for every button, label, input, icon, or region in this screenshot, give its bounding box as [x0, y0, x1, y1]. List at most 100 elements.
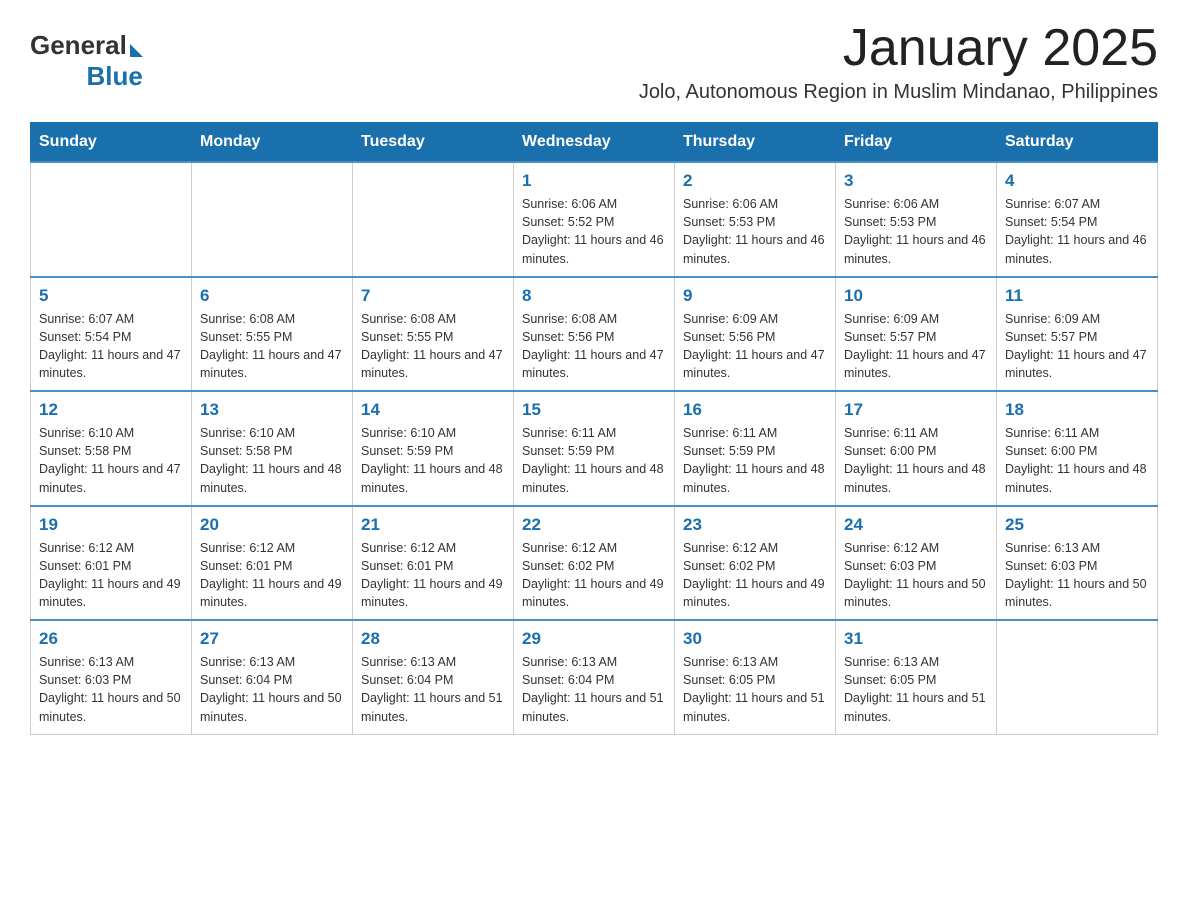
calendar-cell: 14 Sunrise: 6:10 AM Sunset: 5:59 PM Dayli…	[353, 391, 514, 506]
weekday-header: Sunday	[31, 123, 192, 163]
day-info: Sunrise: 6:08 AM Sunset: 5:55 PM Dayligh…	[361, 310, 505, 383]
day-number: 21	[361, 515, 505, 535]
day-number: 15	[522, 400, 666, 420]
day-info: Sunrise: 6:08 AM Sunset: 5:56 PM Dayligh…	[522, 310, 666, 383]
day-info: Sunrise: 6:10 AM Sunset: 5:59 PM Dayligh…	[361, 424, 505, 497]
calendar-cell: 1 Sunrise: 6:06 AM Sunset: 5:52 PM Daylig…	[514, 162, 675, 277]
title-area: January 2025 Jolo, Autonomous Region in …	[639, 20, 1158, 114]
weekday-header: Thursday	[675, 123, 836, 163]
logo-text-blue: Blue	[86, 61, 142, 92]
calendar-cell: 9 Sunrise: 6:09 AM Sunset: 5:56 PM Daylig…	[675, 277, 836, 392]
day-number: 22	[522, 515, 666, 535]
calendar-cell: 19 Sunrise: 6:12 AM Sunset: 6:01 PM Dayli…	[31, 506, 192, 621]
day-info: Sunrise: 6:13 AM Sunset: 6:05 PM Dayligh…	[844, 653, 988, 726]
day-info: Sunrise: 6:11 AM Sunset: 6:00 PM Dayligh…	[844, 424, 988, 497]
logo: General Blue	[30, 30, 145, 92]
day-info: Sunrise: 6:09 AM Sunset: 5:56 PM Dayligh…	[683, 310, 827, 383]
day-info: Sunrise: 6:09 AM Sunset: 5:57 PM Dayligh…	[1005, 310, 1149, 383]
calendar-header: SundayMondayTuesdayWednesdayThursdayFrid…	[31, 123, 1158, 163]
calendar-cell: 17 Sunrise: 6:11 AM Sunset: 6:00 PM Dayli…	[836, 391, 997, 506]
calendar-cell: 25 Sunrise: 6:13 AM Sunset: 6:03 PM Dayli…	[997, 506, 1158, 621]
day-number: 1	[522, 171, 666, 191]
main-title: January 2025	[639, 20, 1158, 77]
day-info: Sunrise: 6:13 AM Sunset: 6:03 PM Dayligh…	[1005, 539, 1149, 612]
day-number: 26	[39, 629, 183, 649]
calendar-week-row: 12Sunrise: 6:10 AM Sunset: 5:58 PM Dayli…	[31, 391, 1158, 506]
calendar-cell: 31 Sunrise: 6:13 AM Sunset: 6:05 PM Dayli…	[836, 620, 997, 734]
day-info: Sunrise: 6:12 AM Sunset: 6:01 PM Dayligh…	[200, 539, 344, 612]
day-number: 28	[361, 629, 505, 649]
logo-text-general: General	[30, 30, 127, 61]
calendar-table: SundayMondayTuesdayWednesdayThursdayFrid…	[30, 122, 1158, 735]
day-info: Sunrise: 6:10 AM Sunset: 5:58 PM Dayligh…	[39, 424, 183, 497]
calendar-cell: 29 Sunrise: 6:13 AM Sunset: 6:04 PM Dayli…	[514, 620, 675, 734]
calendar-cell	[31, 162, 192, 277]
day-number: 18	[1005, 400, 1149, 420]
weekday-header: Wednesday	[514, 123, 675, 163]
day-number: 11	[1005, 286, 1149, 306]
day-info: Sunrise: 6:12 AM Sunset: 6:02 PM Dayligh…	[522, 539, 666, 612]
day-number: 23	[683, 515, 827, 535]
day-number: 7	[361, 286, 505, 306]
day-number: 3	[844, 171, 988, 191]
day-info: Sunrise: 6:10 AM Sunset: 5:58 PM Dayligh…	[200, 424, 344, 497]
day-info: Sunrise: 6:07 AM Sunset: 5:54 PM Dayligh…	[39, 310, 183, 383]
day-info: Sunrise: 6:07 AM Sunset: 5:54 PM Dayligh…	[1005, 195, 1149, 268]
calendar-week-row: 5 Sunrise: 6:07 AM Sunset: 5:54 PM Daylig…	[31, 277, 1158, 392]
day-number: 24	[844, 515, 988, 535]
calendar-cell: 24Sunrise: 6:12 AM Sunset: 6:03 PM Dayli…	[836, 506, 997, 621]
day-number: 31	[844, 629, 988, 649]
calendar-cell: 22 Sunrise: 6:12 AM Sunset: 6:02 PM Dayli…	[514, 506, 675, 621]
day-info: Sunrise: 6:11 AM Sunset: 6:00 PM Dayligh…	[1005, 424, 1149, 497]
day-info: Sunrise: 6:12 AM Sunset: 6:01 PM Dayligh…	[361, 539, 505, 612]
day-info: Sunrise: 6:12 AM Sunset: 6:01 PM Dayligh…	[39, 539, 183, 612]
day-info: Sunrise: 6:11 AM Sunset: 5:59 PM Dayligh…	[683, 424, 827, 497]
day-info: Sunrise: 6:13 AM Sunset: 6:04 PM Dayligh…	[200, 653, 344, 726]
calendar-cell: 16 Sunrise: 6:11 AM Sunset: 5:59 PM Dayli…	[675, 391, 836, 506]
day-info: Sunrise: 6:08 AM Sunset: 5:55 PM Dayligh…	[200, 310, 344, 383]
calendar-cell: 30Sunrise: 6:13 AM Sunset: 6:05 PM Dayli…	[675, 620, 836, 734]
day-number: 5	[39, 286, 183, 306]
calendar-cell: 27Sunrise: 6:13 AM Sunset: 6:04 PM Dayli…	[192, 620, 353, 734]
day-number: 10	[844, 286, 988, 306]
calendar-cell: 10Sunrise: 6:09 AM Sunset: 5:57 PM Dayli…	[836, 277, 997, 392]
calendar-cell: 2Sunrise: 6:06 AM Sunset: 5:53 PM Daylig…	[675, 162, 836, 277]
calendar-cell: 6 Sunrise: 6:08 AM Sunset: 5:55 PM Daylig…	[192, 277, 353, 392]
calendar-cell: 15 Sunrise: 6:11 AM Sunset: 5:59 PM Dayli…	[514, 391, 675, 506]
calendar-cell: 5 Sunrise: 6:07 AM Sunset: 5:54 PM Daylig…	[31, 277, 192, 392]
calendar-cell: 8Sunrise: 6:08 AM Sunset: 5:56 PM Daylig…	[514, 277, 675, 392]
calendar-cell	[997, 620, 1158, 734]
day-info: Sunrise: 6:13 AM Sunset: 6:04 PM Dayligh…	[522, 653, 666, 726]
day-number: 19	[39, 515, 183, 535]
weekday-header: Saturday	[997, 123, 1158, 163]
calendar-week-row: 26 Sunrise: 6:13 AM Sunset: 6:03 PM Dayli…	[31, 620, 1158, 734]
day-number: 9	[683, 286, 827, 306]
day-number: 14	[361, 400, 505, 420]
logo-icon: General Blue	[30, 30, 143, 92]
calendar-cell: 12Sunrise: 6:10 AM Sunset: 5:58 PM Dayli…	[31, 391, 192, 506]
day-number: 17	[844, 400, 988, 420]
calendar-cell: 21 Sunrise: 6:12 AM Sunset: 6:01 PM Dayli…	[353, 506, 514, 621]
day-number: 29	[522, 629, 666, 649]
calendar-week-row: 19 Sunrise: 6:12 AM Sunset: 6:01 PM Dayli…	[31, 506, 1158, 621]
calendar-week-row: 1 Sunrise: 6:06 AM Sunset: 5:52 PM Daylig…	[31, 162, 1158, 277]
day-info: Sunrise: 6:13 AM Sunset: 6:03 PM Dayligh…	[39, 653, 183, 726]
calendar-cell: 18 Sunrise: 6:11 AM Sunset: 6:00 PM Dayli…	[997, 391, 1158, 506]
day-info: Sunrise: 6:11 AM Sunset: 5:59 PM Dayligh…	[522, 424, 666, 497]
day-number: 25	[1005, 515, 1149, 535]
calendar-cell: 13Sunrise: 6:10 AM Sunset: 5:58 PM Dayli…	[192, 391, 353, 506]
day-number: 6	[200, 286, 344, 306]
weekday-header: Friday	[836, 123, 997, 163]
weekday-header: Tuesday	[353, 123, 514, 163]
day-info: Sunrise: 6:06 AM Sunset: 5:52 PM Dayligh…	[522, 195, 666, 268]
day-info: Sunrise: 6:13 AM Sunset: 6:04 PM Dayligh…	[361, 653, 505, 726]
day-number: 16	[683, 400, 827, 420]
day-info: Sunrise: 6:06 AM Sunset: 5:53 PM Dayligh…	[844, 195, 988, 268]
calendar-cell: 28 Sunrise: 6:13 AM Sunset: 6:04 PM Dayli…	[353, 620, 514, 734]
subtitle: Jolo, Autonomous Region in Muslim Mindan…	[639, 81, 1158, 104]
calendar-body: 1 Sunrise: 6:06 AM Sunset: 5:52 PM Daylig…	[31, 162, 1158, 734]
day-info: Sunrise: 6:06 AM Sunset: 5:53 PM Dayligh…	[683, 195, 827, 268]
day-number: 4	[1005, 171, 1149, 191]
calendar-cell: 26 Sunrise: 6:13 AM Sunset: 6:03 PM Dayli…	[31, 620, 192, 734]
calendar-cell: 20Sunrise: 6:12 AM Sunset: 6:01 PM Dayli…	[192, 506, 353, 621]
